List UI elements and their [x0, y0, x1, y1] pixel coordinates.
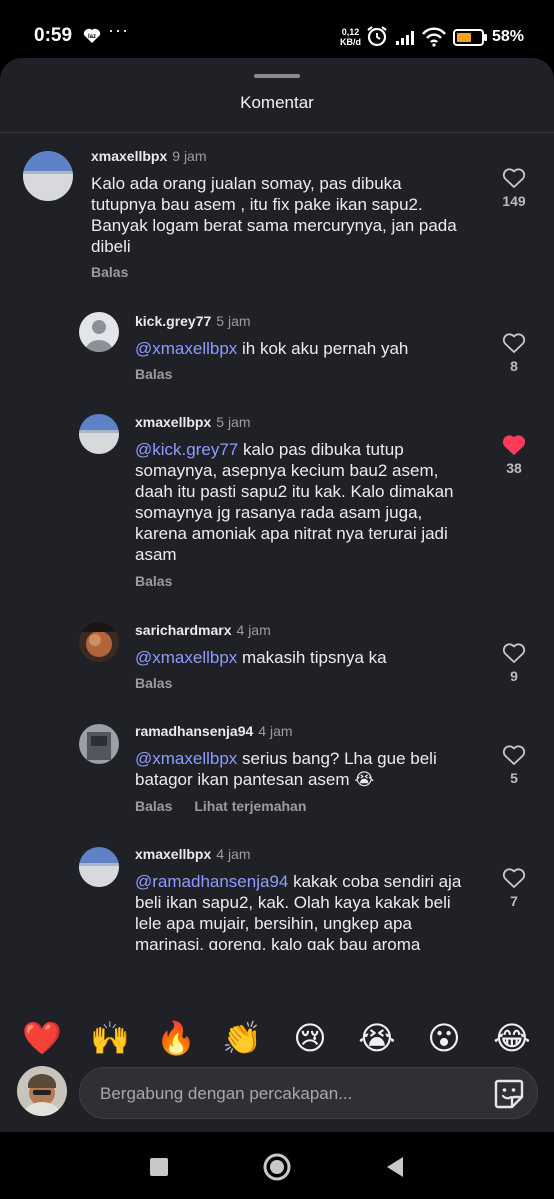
comment-actions: Balas: [135, 573, 172, 589]
mention[interactable]: @kick.grey77: [135, 440, 238, 459]
username[interactable]: xmaxellbpx: [91, 148, 167, 164]
like-count: 9: [510, 668, 518, 684]
reply-button[interactable]: Balas: [91, 264, 128, 280]
comment-text: @xmaxellbpx serius bang? Lha gue beli ba…: [135, 748, 475, 790]
mention[interactable]: @ramadhansenja94: [135, 872, 288, 891]
like-count: 5: [510, 770, 518, 786]
comment-header: xmaxellbpx 5 jam: [135, 414, 251, 430]
comment-actions: Balas: [135, 675, 172, 691]
comment-composer: Bergabung dengan percakapan...: [0, 1062, 554, 1132]
heart-filled-icon: [502, 435, 526, 455]
see-translation-button[interactable]: Lihat terjemahan: [194, 798, 306, 814]
timestamp: 9 jam: [172, 148, 207, 164]
avatar[interactable]: [79, 312, 119, 352]
home-circle-icon[interactable]: [262, 1152, 292, 1182]
emoji-laughing[interactable]: 😂: [490, 1018, 534, 1058]
heart-outline-icon: [502, 643, 526, 663]
emoji-raised-hands[interactable]: 🙌: [88, 1018, 132, 1058]
comment-header: xmaxellbpx 9 jam: [91, 148, 207, 164]
comment-header: kick.grey77 5 jam: [135, 313, 251, 329]
emoji-reaction-bar: ❤️ 🙌 🔥 👏 😢 😭 😮 😂: [0, 1018, 554, 1068]
comment-actions: Balas: [91, 264, 128, 280]
avatar[interactable]: [79, 622, 119, 662]
username[interactable]: xmaxellbpx: [135, 414, 211, 430]
timestamp: 5 jam: [216, 313, 251, 329]
like-button[interactable]: 38: [494, 434, 534, 476]
back-triangle-icon[interactable]: [383, 1155, 407, 1179]
reply-button[interactable]: Balas: [135, 675, 172, 691]
emoji-sad[interactable]: 😢: [288, 1018, 332, 1058]
timestamp: 4 jam: [258, 723, 293, 739]
timestamp: 4 jam: [216, 846, 251, 862]
comment-body: Kalo ada orang jualan somay, pas dibuka …: [91, 174, 457, 256]
like-count: 38: [506, 460, 522, 476]
emoji-heart[interactable]: ❤️: [20, 1018, 64, 1058]
heart-outline-icon: [502, 168, 526, 188]
like-button[interactable]: 9: [494, 642, 534, 684]
comment-header: sarichardmarx 4 jam: [135, 622, 271, 638]
my-avatar[interactable]: [17, 1066, 67, 1116]
comment-list[interactable]: xmaxellbpx 9 jam Kalo ada orang jualan so…: [0, 0, 554, 950]
reply-button[interactable]: Balas: [135, 798, 172, 814]
emoji-crying[interactable]: 😭: [355, 1018, 399, 1058]
comment-input[interactable]: Bergabung dengan percakapan...: [79, 1067, 538, 1119]
like-button[interactable]: 149: [494, 167, 534, 209]
username[interactable]: xmaxellbpx: [135, 846, 211, 862]
avatar[interactable]: [79, 724, 119, 764]
username[interactable]: sarichardmarx: [135, 622, 232, 638]
emoji-clap[interactable]: 👏: [220, 1018, 264, 1058]
heart-outline-icon: [502, 745, 526, 765]
comment-actions: Balas: [135, 366, 172, 382]
comment-body: makasih tipsnya ka: [237, 648, 387, 667]
comment-header: xmaxellbpx 4 jam: [135, 846, 251, 862]
reply-button[interactable]: Balas: [135, 366, 172, 382]
like-button[interactable]: 5: [494, 744, 534, 786]
comment-input-placeholder: Bergabung dengan percakapan...: [100, 1084, 353, 1103]
sticker-icon[interactable]: [493, 1078, 525, 1110]
like-count: 7: [510, 893, 518, 909]
like-count: 8: [510, 358, 518, 374]
comment-actions: Balas Lihat terjemahan: [135, 798, 306, 814]
timestamp: 4 jam: [236, 622, 271, 638]
mention[interactable]: @xmaxellbpx: [135, 339, 237, 358]
system-nav-bar: [0, 1132, 554, 1199]
reply-button[interactable]: Balas: [135, 573, 172, 589]
comment-text: @ramadhansenja94 kakak coba sendiri aja …: [135, 871, 475, 950]
comment-text: @xmaxellbpx makasih tipsnya ka: [135, 647, 475, 668]
avatar[interactable]: [79, 847, 119, 887]
emoji-surprised[interactable]: 😮: [422, 1018, 466, 1058]
comment-header: ramadhansenja94 4 jam: [135, 723, 293, 739]
heart-outline-icon: [502, 868, 526, 888]
username[interactable]: kick.grey77: [135, 313, 211, 329]
recent-apps-square-icon[interactable]: [148, 1156, 170, 1178]
comment-body: ih kok aku pernah yah: [237, 339, 409, 358]
avatar[interactable]: [79, 414, 119, 454]
like-button[interactable]: 7: [494, 867, 534, 909]
comment-text: @kick.grey77 kalo pas dibuka tutup somay…: [135, 439, 475, 565]
username[interactable]: ramadhansenja94: [135, 723, 253, 739]
timestamp: 5 jam: [216, 414, 251, 430]
like-count: 149: [502, 193, 526, 209]
avatar[interactable]: [23, 151, 73, 201]
heart-outline-icon: [502, 333, 526, 353]
mention[interactable]: @xmaxellbpx: [135, 648, 237, 667]
emoji-fire[interactable]: 🔥: [154, 1018, 198, 1058]
comment-text: @xmaxellbpx ih kok aku pernah yah: [135, 338, 475, 359]
mention[interactable]: @xmaxellbpx: [135, 749, 237, 768]
like-button[interactable]: 8: [494, 332, 534, 374]
comment-text: Kalo ada orang jualan somay, pas dibuka …: [91, 173, 461, 257]
